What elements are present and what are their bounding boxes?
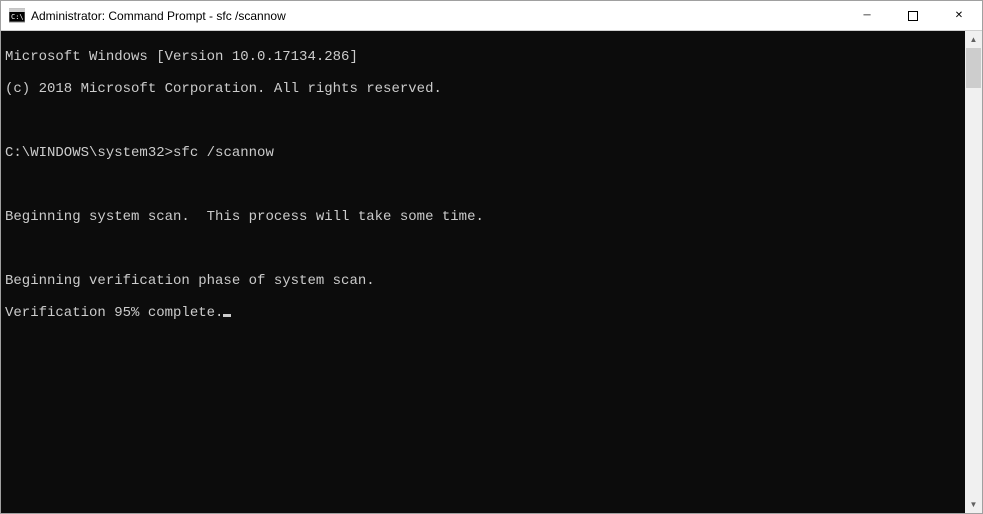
prompt-path: C:\WINDOWS\system32> <box>5 145 173 161</box>
chevron-up-icon: ▲ <box>970 35 978 44</box>
minimize-icon: ─ <box>863 10 870 21</box>
output-line: Beginning verification phase of system s… <box>5 273 961 289</box>
cmd-icon: C:\ <box>9 8 25 24</box>
output-line: Beginning system scan. This process will… <box>5 209 961 225</box>
scroll-down-button[interactable]: ▼ <box>965 496 982 513</box>
output-blank <box>5 241 961 257</box>
console-area: Microsoft Windows [Version 10.0.17134.28… <box>1 31 982 513</box>
maximize-icon <box>908 11 918 21</box>
verification-text: Verification 95% complete. <box>5 305 223 321</box>
console-output[interactable]: Microsoft Windows [Version 10.0.17134.28… <box>1 31 965 513</box>
vertical-scrollbar[interactable]: ▲ ▼ <box>965 31 982 513</box>
output-blank <box>5 177 961 193</box>
output-line: (c) 2018 Microsoft Corporation. All righ… <box>5 81 961 97</box>
chevron-down-icon: ▼ <box>970 500 978 509</box>
maximize-button[interactable] <box>890 1 936 30</box>
titlebar[interactable]: C:\ Administrator: Command Prompt - sfc … <box>1 1 982 31</box>
scroll-up-button[interactable]: ▲ <box>965 31 982 48</box>
svg-text:C:\: C:\ <box>11 13 24 21</box>
scroll-thumb[interactable] <box>966 48 981 88</box>
output-blank <box>5 113 961 129</box>
minimize-button[interactable]: ─ <box>844 1 890 30</box>
output-line: Microsoft Windows [Version 10.0.17134.28… <box>5 49 961 65</box>
output-line: Verification 95% complete. <box>5 305 961 321</box>
prompt-line: C:\WINDOWS\system32>sfc /scannow <box>5 145 961 161</box>
close-button[interactable]: ✕ <box>936 1 982 30</box>
window-title: Administrator: Command Prompt - sfc /sca… <box>31 9 844 23</box>
window-controls: ─ ✕ <box>844 1 982 30</box>
command-prompt-window: C:\ Administrator: Command Prompt - sfc … <box>0 0 983 514</box>
scroll-track[interactable] <box>965 48 982 496</box>
prompt-command: sfc /scannow <box>173 145 274 161</box>
cursor <box>223 314 231 317</box>
close-icon: ✕ <box>955 10 963 21</box>
